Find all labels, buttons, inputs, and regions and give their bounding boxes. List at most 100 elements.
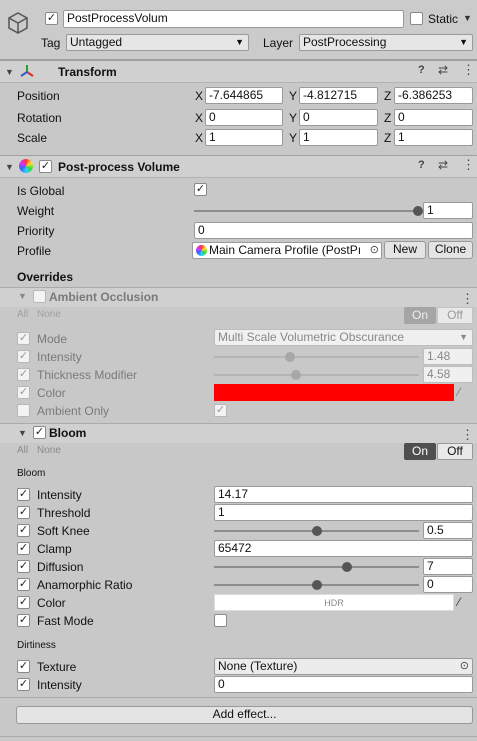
ao-thickness-field[interactable]: 4.58 xyxy=(423,366,473,383)
scale-x-field[interactable]: 1 xyxy=(205,129,283,146)
position-z-label[interactable]: Z xyxy=(384,89,391,103)
profile-field[interactable]: Main Camera Profile (PostPı ⊙ xyxy=(192,242,382,259)
clone-profile-button[interactable]: Clone xyxy=(428,241,473,259)
ao-intensity-override[interactable]: ✓ xyxy=(17,350,30,363)
bloom-soft-knee-slider-knob[interactable] xyxy=(311,526,322,536)
ao-color-override[interactable]: ✓ xyxy=(17,386,30,399)
ao-intensity-slider-knob[interactable] xyxy=(284,352,295,362)
rotation-x-label[interactable]: X xyxy=(195,111,203,125)
ao-thickness-slider-knob[interactable] xyxy=(291,370,301,380)
active-checkbox[interactable]: ✓ xyxy=(45,12,58,25)
preset-icon[interactable]: ⇄ xyxy=(438,63,448,77)
bloom-threshold-override[interactable]: ✓ xyxy=(17,506,30,519)
object-name-field[interactable]: PostProcessVolum xyxy=(63,10,404,28)
weight-slider-track[interactable] xyxy=(194,210,418,212)
scale-y-label[interactable]: Y xyxy=(289,131,297,145)
tag-dropdown[interactable]: Untagged ▼ xyxy=(66,34,249,51)
dirt-intensity-field[interactable]: 0 xyxy=(214,676,473,693)
ao-mode-override[interactable]: ✓ xyxy=(17,332,30,345)
new-profile-button[interactable]: New xyxy=(384,241,426,259)
ao-all-link[interactable]: All xyxy=(17,308,28,322)
bloom-anamorphic-slider-knob[interactable] xyxy=(311,580,322,590)
object-picker-icon[interactable]: ⊙ xyxy=(460,659,469,674)
bloom-clamp-override[interactable]: ✓ xyxy=(17,542,30,555)
rotation-label: Rotation xyxy=(17,111,62,125)
bloom-color-swatch[interactable]: HDR xyxy=(214,594,454,611)
preset-icon[interactable]: ⇄ xyxy=(438,158,448,172)
bloom-color-override[interactable]: ✓ xyxy=(17,596,30,609)
dirt-texture-override[interactable]: ✓ xyxy=(17,660,30,673)
rotation-y-field[interactable]: 0 xyxy=(299,109,378,126)
position-x-field[interactable]: -7.644865 xyxy=(205,87,283,104)
static-checkbox[interactable] xyxy=(410,12,423,25)
weight-label: Weight xyxy=(17,204,55,218)
eyedropper-icon[interactable]: ⁄ xyxy=(458,385,460,399)
position-z-field[interactable]: -6.386253 xyxy=(394,87,473,104)
bloom-none-link[interactable]: None xyxy=(37,444,61,458)
bloom-diffusion-slider-track[interactable] xyxy=(214,566,419,568)
ao-thickness-override[interactable]: ✓ xyxy=(17,368,30,381)
help-icon[interactable]: ? xyxy=(418,64,425,76)
ao-intensity-field[interactable]: 1.48 xyxy=(423,348,473,365)
dirt-intensity-override[interactable]: ✓ xyxy=(17,678,30,691)
ao-thickness-slider-track[interactable] xyxy=(214,374,419,376)
ao-intensity-slider-track[interactable] xyxy=(214,356,419,358)
scale-z-label[interactable]: Z xyxy=(384,131,391,145)
scale-x-label[interactable]: X xyxy=(195,131,203,145)
bloom-anamorphic-field[interactable]: 0 xyxy=(423,576,473,593)
priority-field[interactable]: 0 xyxy=(194,222,473,239)
bloom-threshold-field[interactable]: 1 xyxy=(214,504,473,521)
bloom-diffusion-slider-knob[interactable] xyxy=(342,562,353,572)
add-effect-button[interactable]: Add effect... xyxy=(16,706,473,724)
more-options-icon[interactable]: ⋮ xyxy=(462,62,475,78)
ao-color-swatch[interactable] xyxy=(214,384,454,401)
more-options-icon[interactable]: ⋮ xyxy=(461,427,474,443)
bloom-diffusion-field[interactable]: 7 xyxy=(423,558,473,575)
scale-y-field[interactable]: 1 xyxy=(299,129,378,146)
bloom-intensity-field[interactable]: 14.17 xyxy=(214,486,473,503)
rotation-y-label[interactable]: Y xyxy=(289,111,297,125)
ao-ambient-only-override[interactable] xyxy=(17,404,30,417)
bloom-clamp-field[interactable]: 65472 xyxy=(214,540,473,557)
ao-none-link[interactable]: None xyxy=(37,308,61,322)
object-picker-icon[interactable]: ⊙ xyxy=(369,243,379,258)
more-options-icon[interactable]: ⋮ xyxy=(461,291,474,307)
position-y-field[interactable]: -4.812715 xyxy=(299,87,378,104)
bloom-intensity-override[interactable]: ✓ xyxy=(17,488,30,501)
weight-slider-knob[interactable] xyxy=(413,206,423,216)
ao-on-toggle[interactable]: On xyxy=(404,307,436,324)
bloom-all-link[interactable]: All xyxy=(17,444,28,458)
bloom-on-toggle[interactable]: On xyxy=(404,443,436,460)
ao-off-toggle[interactable]: Off xyxy=(437,307,473,324)
bloom-soft-knee-field[interactable]: 0.5 xyxy=(423,522,473,539)
static-dropdown-arrow-icon[interactable]: ▼ xyxy=(463,13,472,23)
layer-dropdown[interactable]: PostProcessing ▼ xyxy=(299,34,473,51)
rotation-z-field[interactable]: 0 xyxy=(394,109,473,126)
scale-z-field[interactable]: 1 xyxy=(394,129,473,146)
volume-enabled-checkbox[interactable]: ✓ xyxy=(39,160,52,173)
bloom-fast-mode-override[interactable]: ✓ xyxy=(17,614,30,627)
ambient-occlusion-enabled-checkbox[interactable] xyxy=(33,290,46,303)
help-icon[interactable]: ? xyxy=(418,159,425,171)
eyedropper-icon[interactable]: ⁄ xyxy=(458,595,460,609)
more-options-icon[interactable]: ⋮ xyxy=(462,157,475,173)
fold-arrow-icon[interactable]: ▼ xyxy=(18,428,27,438)
fold-arrow-icon[interactable]: ▼ xyxy=(5,67,14,77)
bloom-enabled-checkbox[interactable]: ✓ xyxy=(33,426,46,439)
position-x-label[interactable]: X xyxy=(195,89,203,103)
ao-ambient-only-checkbox[interactable]: ✓ xyxy=(214,404,227,417)
weight-field[interactable]: 1 xyxy=(423,202,473,219)
rotation-z-label[interactable]: Z xyxy=(384,111,391,125)
bloom-diffusion-override[interactable]: ✓ xyxy=(17,560,30,573)
fold-arrow-icon[interactable]: ▼ xyxy=(5,162,14,172)
fold-arrow-icon[interactable]: ▼ xyxy=(18,291,27,301)
ao-mode-dropdown[interactable]: Multi Scale Volumetric Obscurance ▼ xyxy=(214,329,473,346)
bloom-anamorphic-override[interactable]: ✓ xyxy=(17,578,30,591)
is-global-checkbox[interactable]: ✓ xyxy=(194,183,207,196)
bloom-fast-mode-checkbox[interactable] xyxy=(214,614,227,627)
bloom-off-toggle[interactable]: Off xyxy=(437,443,473,460)
dirt-texture-field[interactable]: None (Texture) ⊙ xyxy=(214,658,473,675)
position-y-label[interactable]: Y xyxy=(289,89,297,103)
rotation-x-field[interactable]: 0 xyxy=(205,109,283,126)
bloom-soft-knee-override[interactable]: ✓ xyxy=(17,524,30,537)
